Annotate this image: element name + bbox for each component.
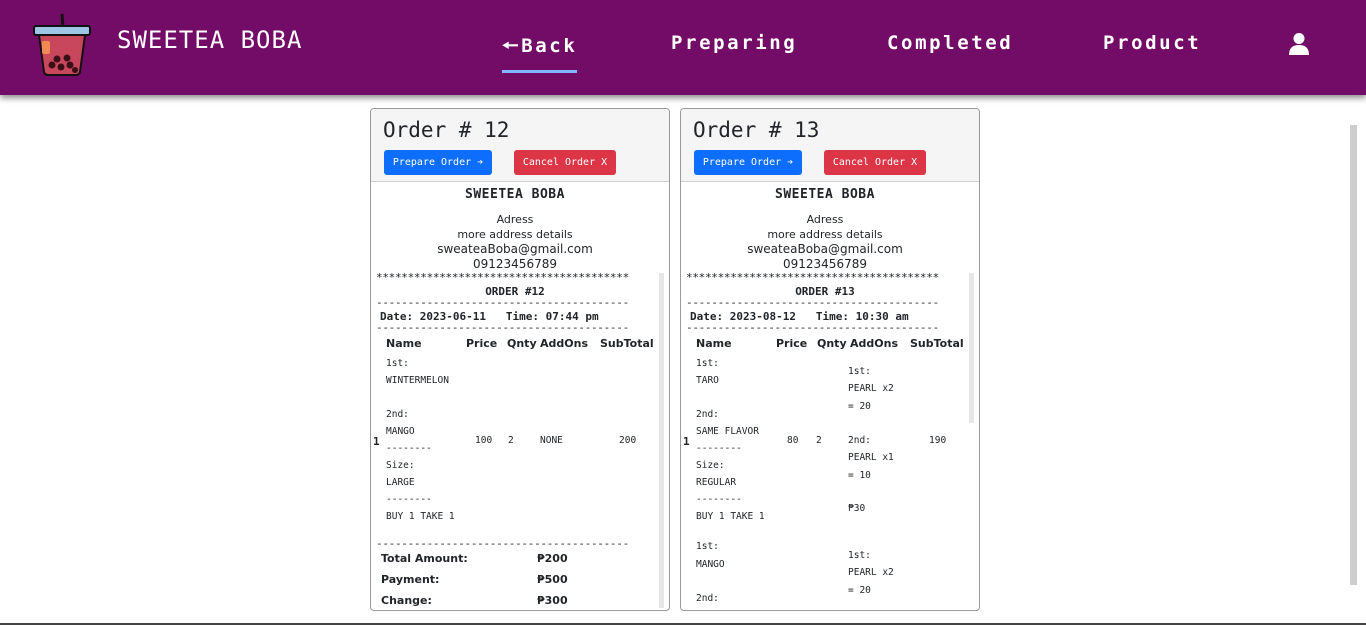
item-name-line: 1st: [696, 358, 719, 369]
col-header-name: Name [696, 337, 732, 350]
page-scrollbar[interactable] [1350, 125, 1357, 585]
col-header-addons: AddOns [850, 337, 898, 350]
item-index: 1 [683, 435, 690, 448]
receipt-address-details: more address details [767, 228, 883, 241]
item-addon-line: 1st: [848, 550, 871, 561]
order-card: Order # 12 Prepare Order ➔ Cancel Order … [370, 108, 670, 611]
receipt-divider: ---------------------------------------- [376, 537, 629, 550]
receipt[interactable]: SWEETEA BOBA Adress more address details… [371, 182, 669, 610]
receipt-address-details: more address details [457, 228, 573, 241]
item-name-line: MANGO [386, 426, 415, 437]
receipt-store-name: SWEETEA BOBA [775, 187, 875, 202]
item-name-line: REGULAR [696, 477, 737, 488]
order-card: Order # 13 Prepare Order ➔ Cancel Order … [680, 108, 980, 611]
brand-name: SWEETEA BOBA [117, 26, 303, 54]
top-navbar: SWEETEA BOBA 🠔Back Preparing Completed P… [0, 0, 1366, 95]
receipt-phone: 09123456789 [473, 257, 557, 271]
item-addon-line: 2nd: [848, 435, 871, 446]
order-title: Order # 12 [383, 118, 510, 142]
receipt-email: sweateaBoba@gmail.com [437, 242, 593, 256]
item-addon-line: ₱30 [848, 503, 866, 514]
receipt-email: sweateaBoba@gmail.com [747, 242, 903, 256]
item-name-line: 1st: [696, 541, 719, 552]
prepare-order-button[interactable]: Prepare Order ➔ [384, 150, 492, 175]
item-name-line: WINTERMELON [386, 375, 449, 386]
receipt-divider: ---------------------------------------- [686, 321, 939, 334]
item-name-line: 2nd: [696, 593, 719, 604]
item-addon-line: = 10 [848, 470, 871, 481]
item-name-line: 1st: [386, 358, 409, 369]
receipt-address: Adress [496, 213, 534, 226]
receipt-scrollbar[interactable] [969, 273, 974, 423]
item-name-line: Size: [696, 460, 725, 471]
item-subtotal: 200 [619, 435, 637, 446]
item-qty: 2 [816, 435, 822, 446]
item-addons: NONE [540, 435, 563, 446]
receipt-divider: ---------------------------------------- [686, 296, 939, 309]
col-header-subtotal: SubTotal [910, 337, 964, 350]
change-value: ₱300 [537, 594, 568, 607]
item-name-line: Size: [386, 460, 415, 471]
receipt-divider: ---------------------------------------- [376, 296, 629, 309]
receipt-address: Adress [806, 213, 844, 226]
payment-label: Payment: [381, 573, 440, 586]
item-name-line: MANGO [696, 559, 725, 570]
prepare-order-button[interactable]: Prepare Order ➔ [694, 150, 802, 175]
item-addon-line: PEARL x2 [848, 567, 894, 578]
item-name-line: -------- [696, 494, 742, 505]
item-addon-line: PEARL x1 [848, 452, 894, 463]
item-name-line: BUY 1 TAKE 1 [386, 511, 455, 522]
item-addon-line: = 20 [848, 401, 871, 412]
receipt[interactable]: SWEETEA BOBA Adress more address details… [681, 182, 979, 610]
item-name-line: 2nd: [386, 409, 409, 420]
item-name-line: SAME FLAVOR [696, 426, 759, 437]
order-card-header: Order # 13 Prepare Order ➔ Cancel Order … [681, 109, 979, 182]
nav-product-link[interactable]: Product [1103, 32, 1201, 54]
item-price: 100 [475, 435, 493, 446]
item-name-line: 2nd: [696, 409, 719, 420]
item-name-line: BUY 1 TAKE 1 [696, 511, 765, 522]
receipt-store-name: SWEETEA BOBA [465, 187, 565, 202]
col-header-qnty: Qnty [817, 337, 847, 350]
total-value: ₱200 [537, 552, 568, 565]
item-name-line: -------- [386, 443, 432, 454]
payment-value: ₱500 [537, 573, 568, 586]
receipt-divider: ---------------------------------------- [376, 321, 629, 334]
user-icon[interactable] [1288, 32, 1310, 56]
cancel-order-button[interactable]: Cancel Order X [824, 150, 926, 175]
item-addon-line: PEARL x2 [848, 383, 894, 394]
item-addon-line: 1st: [848, 366, 871, 377]
item-name-line: LARGE [386, 477, 415, 488]
receipt-phone: 09123456789 [783, 257, 867, 271]
item-qty: 2 [508, 435, 514, 446]
receipt-star-divider: **************************************** [376, 271, 629, 284]
item-index: 1 [373, 435, 380, 448]
col-header-subtotal: SubTotal [600, 337, 654, 350]
col-header-price: Price [466, 337, 498, 350]
change-label: Change: [381, 594, 432, 607]
item-name-line: -------- [386, 494, 432, 505]
cancel-order-button[interactable]: Cancel Order X [514, 150, 616, 175]
total-label: Total Amount: [381, 552, 468, 565]
item-name-line: TARO [696, 375, 719, 386]
item-addon-line: = 20 [848, 585, 871, 596]
order-card-header: Order # 12 Prepare Order ➔ Cancel Order … [371, 109, 669, 182]
col-header-addons: AddOns [540, 337, 588, 350]
receipt-star-divider: **************************************** [686, 271, 939, 284]
nav-preparing-link[interactable]: Preparing [671, 32, 797, 54]
item-price: 80 [787, 435, 799, 446]
col-header-qnty: Qnty [507, 337, 537, 350]
nav-completed-link[interactable]: Completed [887, 32, 1013, 54]
boba-cup-icon [33, 13, 91, 76]
col-header-price: Price [776, 337, 808, 350]
receipt-scrollbar[interactable] [659, 273, 664, 608]
item-subtotal: 190 [929, 435, 947, 446]
item-name-line: -------- [696, 443, 742, 454]
col-header-name: Name [386, 337, 422, 350]
order-title: Order # 13 [693, 118, 820, 142]
nav-back-link[interactable]: 🠔Back [502, 32, 578, 73]
